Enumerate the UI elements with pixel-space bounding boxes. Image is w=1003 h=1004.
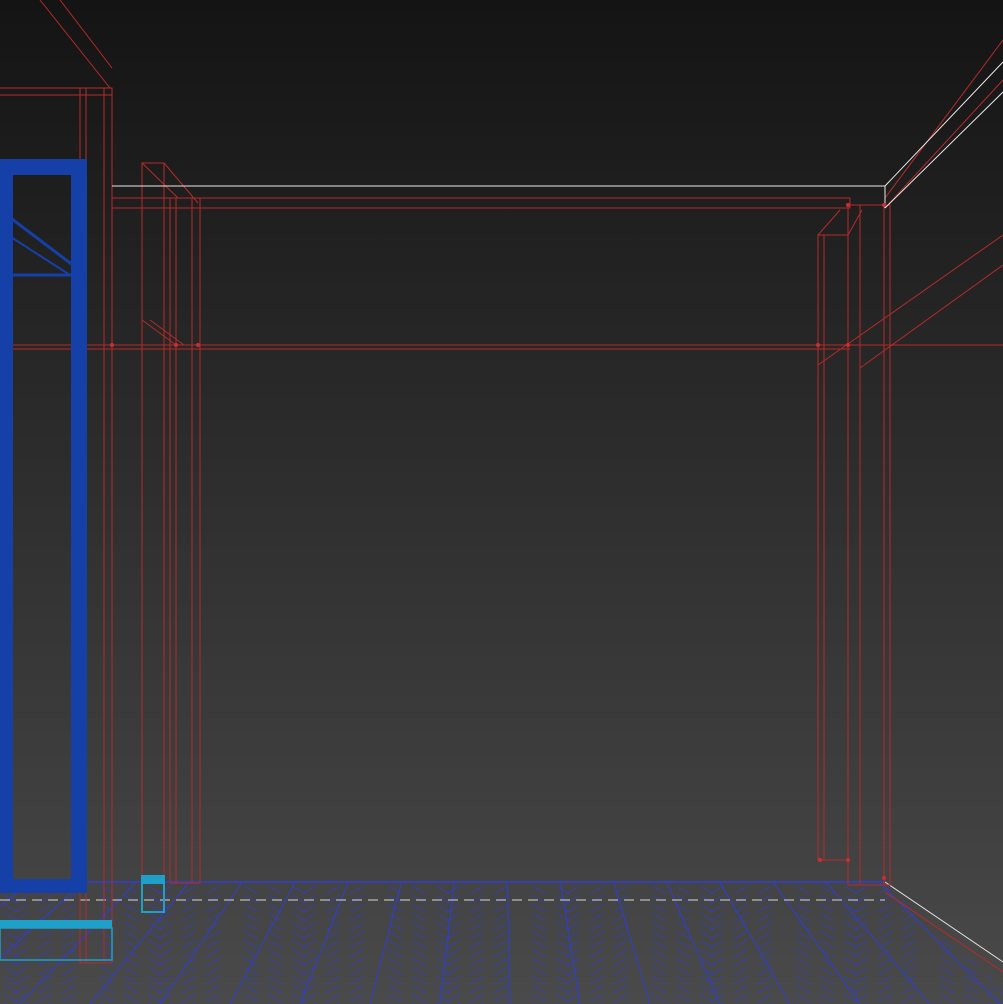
3d-viewport[interactable]	[0, 0, 1003, 1004]
wireframe-scene[interactable]	[0, 0, 1003, 1004]
viewport-background	[0, 0, 1003, 1004]
